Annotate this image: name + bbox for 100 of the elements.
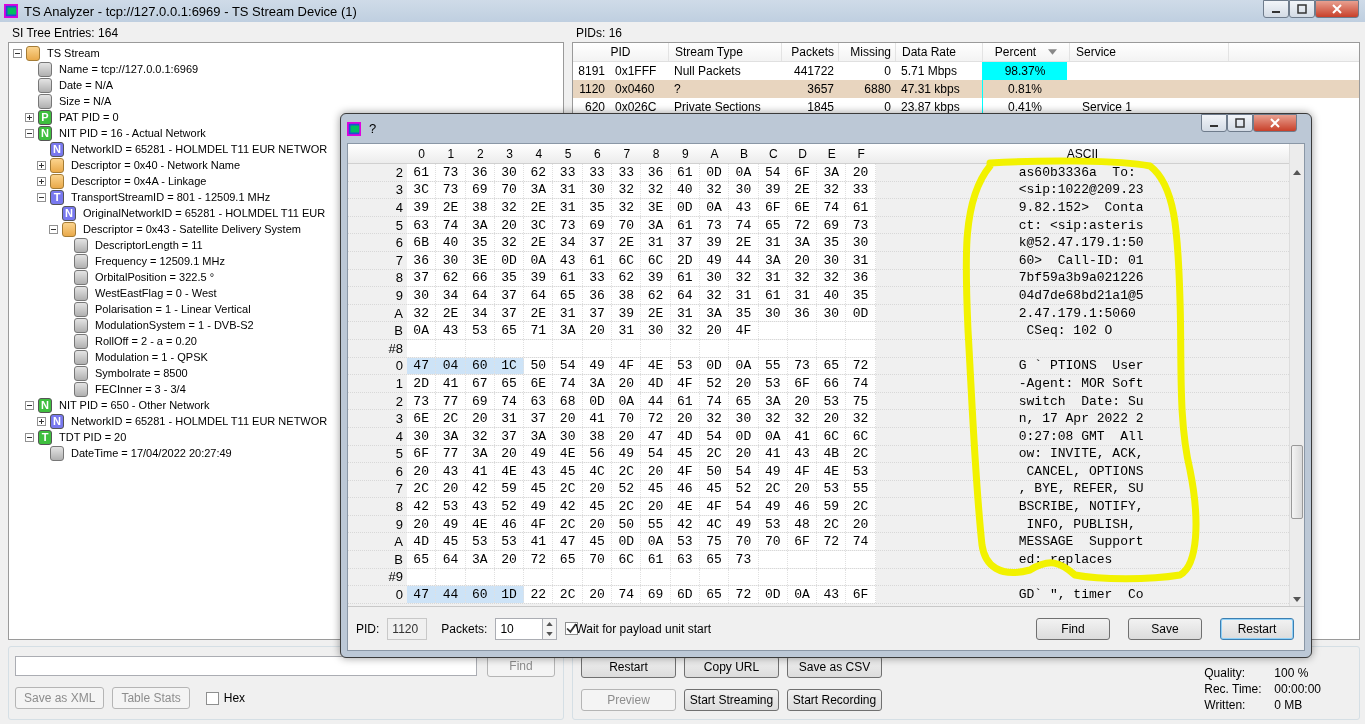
expand-toggle[interactable] [37,160,46,170]
spin-up-icon[interactable] [546,621,554,626]
tree-item[interactable]: Symbolrate = 8500 [95,367,188,379]
dialog-button[interactable]: Find [1036,617,1110,640]
pid-field[interactable]: 1120 [387,617,428,640]
table-cell-text: 8191 [577,63,605,80]
tree-item[interactable]: Descriptor = 0x40 - Network Name [71,159,241,171]
scroll-up-icon[interactable] [1293,170,1301,175]
tree-item[interactable]: Size = N/A [59,95,112,107]
checkbox[interactable] [205,691,219,705]
hex-cell: 45 [699,480,730,498]
tree-item[interactable]: DescriptorLength = 11 [95,239,203,251]
tree-item[interactable]: WestEastFlag = 0 - West [95,287,217,299]
scroll-down-icon[interactable] [1293,597,1301,602]
checkbox-label[interactable]: Hex [223,691,246,705]
letter-icon: N [50,141,64,157]
table-row[interactable]: 620 0x026C Private Sections 1845 0 23.87 kbps 0.41% Service 1 [573,98,1359,116]
node-icon [74,237,88,253]
minimize-button[interactable] [1201,114,1227,132]
hex-cell: 3A [641,216,671,234]
node-icon [50,445,64,461]
action-button[interactable]: Start Recording [787,689,882,711]
hex-cell: 2C [846,498,876,515]
column-header[interactable]: Service [1070,43,1229,61]
tree-item[interactable]: OrbitalPosition = 322.5 ° [95,271,215,283]
hex-cell: 65 [407,551,437,568]
hex-cell: 64 [524,287,554,304]
tree-item[interactable]: TransportStreamID = 801 - 12509.1 MHz [71,191,271,203]
column-header[interactable]: Percent [983,43,1070,61]
hex-cell: 2C [612,498,642,515]
collapse-toggle[interactable] [25,400,34,410]
tree-item[interactable]: NIT PID = 16 - Actual Network [59,127,206,139]
hex-cell: 6C [641,251,671,269]
collapse-toggle[interactable] [49,224,58,234]
minimize-button[interactable] [1263,0,1289,18]
hex-cell: 32 [494,234,525,251]
stat-value: 0 MB [1274,698,1303,712]
expand-toggle[interactable] [25,112,34,122]
tree-item[interactable]: Date = N/A [59,79,114,91]
tree-item[interactable]: Descriptor = 0x4A - Linkage [71,175,207,187]
maximize-button[interactable] [1289,0,1315,18]
tree-item[interactable]: NetworkID = 65281 - HOLMDEL T11 EUR NETWOR [71,415,328,427]
hex-cell: 20 [494,551,525,568]
spin-buttons[interactable] [542,617,558,640]
tree-item[interactable]: NetworkID = 65281 - HOLMDEL T11 EUR NETWOR [71,143,328,155]
tree-item[interactable]: Descriptor = 0x43 - Satellite Delivery System [83,223,301,235]
collapse-toggle[interactable] [13,48,22,58]
hex-cell: 4F [699,498,730,515]
tree-item[interactable]: Name = tcp://127.0.0.1:6969 [59,63,199,75]
close-button[interactable] [1253,114,1297,132]
tree-item[interactable]: OriginalNetworkID = 65281 - HOLMDEL T11 EUR [83,207,326,219]
collapse-toggle[interactable] [25,432,34,442]
action-button[interactable]: Copy URL [684,656,779,678]
tree-item[interactable]: Polarisation = 1 - Linear Vertical [95,303,251,315]
close-button[interactable] [1315,0,1359,18]
scrollbar[interactable] [1289,144,1304,606]
table-row[interactable]: 1120 0x0460 ? 3657 6880 47.31 kbps 0.81% [573,80,1359,98]
expand-toggle[interactable] [37,416,46,426]
dialog-button[interactable]: Restart [1220,617,1294,640]
scroll-thumb[interactable] [1291,445,1303,519]
column-header[interactable]: PID [573,43,669,61]
maximize-icon [1297,4,1307,14]
tree-item[interactable]: TDT PID = 20 [59,431,127,443]
tree-item[interactable]: Frequency = 12509.1 MHz [95,255,225,267]
hex-cell: 65 [699,586,730,603]
table-row[interactable]: 8191 0x1FFF Null Packets 441722 0 5.71 Mbps 98.37% [573,62,1359,80]
column-header[interactable]: Missing [839,43,896,61]
column-header[interactable]: Data Rate [896,43,983,61]
hex-cell: 53 [758,375,788,392]
tree-item[interactable]: RollOff = 2 - a = 0.20 [95,335,197,347]
tree-item[interactable]: FECInner = 3 - 3/4 [95,383,186,395]
action-button[interactable]: Start Streaming [684,689,779,711]
hex-cell: 32 [787,269,818,287]
table-cell-text: 0x026C [614,99,658,116]
checkbox-label[interactable]: Wait for payload unit start [575,621,711,636]
hex-cell: 65 [494,375,525,392]
hex-cell: 6C [817,427,847,445]
tree-item[interactable]: PAT PID = 0 [59,111,119,123]
spin-down-icon[interactable] [546,631,554,636]
column-header[interactable]: Packets [782,43,839,61]
tree-item[interactable]: TS Stream [47,47,100,59]
expand-toggle[interactable] [37,176,46,186]
packets-field[interactable]: 10 [495,617,543,640]
maximize-button[interactable] [1227,114,1253,132]
tree-item[interactable]: Modulation = 1 - QPSK [95,351,208,363]
column-header: D [797,146,808,161]
action-button[interactable]: Restart [581,656,676,678]
hex-cell: 45 [436,533,466,551]
search-field[interactable] [15,656,477,676]
collapse-toggle[interactable] [37,192,46,202]
action-button[interactable]: Save as CSV [787,656,882,678]
tree-item[interactable]: ModulationSystem = 1 - DVB-S2 [95,319,254,331]
collapse-toggle[interactable] [25,128,34,138]
tree-item[interactable]: DateTime = 17/04/2022 20:27:49 [71,447,232,459]
hex-cell: 20 [670,410,700,427]
dialog-button[interactable]: Save [1128,617,1202,640]
tree-item[interactable]: NIT PID = 650 - Other Network [59,399,210,411]
hex-cell: 32 [846,410,876,427]
hex-cell: 20 [553,410,583,427]
column-header[interactable]: Stream Type [669,43,782,61]
